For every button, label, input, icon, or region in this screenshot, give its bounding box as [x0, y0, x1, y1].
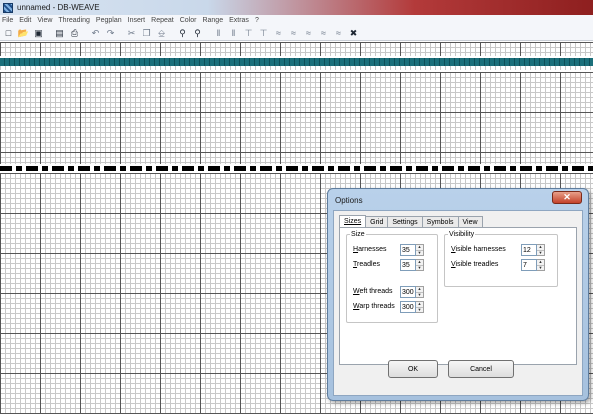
- range-tool-icon[interactable]: ⊤: [242, 27, 255, 39]
- visible-treadles-input[interactable]: [521, 259, 537, 271]
- grid-separator: [0, 66, 593, 70]
- weft-threads-stepper: ▲▼: [400, 286, 424, 298]
- cut-icon[interactable]: ✂: [125, 27, 138, 39]
- warp-threads-stepper: ▲▼: [400, 301, 424, 313]
- visible-harnesses-label: Visible harnesses: [451, 246, 506, 253]
- pegplan-tool-icon[interactable]: ‖: [227, 27, 240, 39]
- ok-button[interactable]: OK: [388, 360, 438, 378]
- cancel-button[interactable]: Cancel: [448, 360, 514, 378]
- menu-view[interactable]: View: [37, 17, 52, 24]
- dialog-title: Options: [335, 196, 363, 205]
- menu-repeat[interactable]: Repeat: [151, 17, 174, 24]
- harnesses-label: Harnesses: [353, 246, 387, 253]
- spin-down-icon[interactable]: ▼: [416, 291, 423, 297]
- visible-treadles-stepper: ▲▼: [521, 259, 545, 271]
- spin-down-icon[interactable]: ▼: [537, 264, 544, 270]
- close-icon[interactable]: ✕: [552, 191, 582, 204]
- threading-grid[interactable]: [0, 72, 593, 164]
- menu-color[interactable]: Color: [180, 17, 197, 24]
- spin-down-icon[interactable]: ▼: [416, 264, 423, 270]
- pattern-tool-4-icon[interactable]: ≈: [317, 27, 330, 39]
- menu-file[interactable]: File: [2, 17, 13, 24]
- toolbar: □ 📂 ▣ ▤ ⎙ ↶ ↷ ✂ ❐ ⎒ ⚲ ⚲ ‖ ‖ ⊤ ⊤ ≈ ≈ ≈ ≈ …: [0, 26, 593, 41]
- weft-threads-label: Weft threads: [353, 288, 393, 295]
- pattern-tool-2-icon[interactable]: ≈: [287, 27, 300, 39]
- print-icon[interactable]: ⎙: [68, 27, 81, 39]
- menu-extras[interactable]: Extras: [229, 17, 249, 24]
- paste-icon[interactable]: ⎒: [155, 27, 168, 39]
- menu-bar: File Edit View Threading Pegplan Insert …: [0, 15, 593, 26]
- grid-top[interactable]: [0, 42, 593, 56]
- print-preview-icon[interactable]: ▤: [53, 27, 66, 39]
- pattern-tool-3-icon[interactable]: ≈: [302, 27, 315, 39]
- treadles-input[interactable]: [400, 259, 416, 271]
- pattern-tool-icon[interactable]: ≈: [272, 27, 285, 39]
- tab-panel-sizes: Size Harnesses ▲▼ Treadles ▲▼ Weft threa…: [339, 227, 577, 365]
- copy-icon[interactable]: ❐: [140, 27, 153, 39]
- pattern-tool-5-icon[interactable]: ≈: [332, 27, 345, 39]
- warp-threads-label: Warp threads: [353, 303, 395, 310]
- menu-insert[interactable]: Insert: [128, 17, 146, 24]
- app-icon: [3, 2, 13, 13]
- threading-tool-icon[interactable]: ‖: [212, 27, 225, 39]
- harnesses-input[interactable]: [400, 244, 416, 256]
- undo-icon[interactable]: ↶: [89, 27, 102, 39]
- treadles-stepper: ▲▼: [400, 259, 424, 271]
- visible-treadles-label: Visible treadles: [451, 261, 499, 268]
- warp-threads-input[interactable]: [400, 301, 416, 313]
- weft-threads-input[interactable]: [400, 286, 416, 298]
- color-tool-icon[interactable]: ✖: [347, 27, 360, 39]
- menu-range[interactable]: Range: [202, 17, 223, 24]
- spin-down-icon[interactable]: ▼: [416, 249, 423, 255]
- zoom-out-icon[interactable]: ⚲: [191, 27, 204, 39]
- open-folder-icon[interactable]: 📂: [17, 27, 30, 39]
- pegplan-strip[interactable]: [0, 166, 593, 171]
- save-icon[interactable]: ▣: [32, 27, 45, 39]
- visible-harnesses-stepper: ▲▼: [521, 244, 545, 256]
- new-file-icon[interactable]: □: [2, 27, 15, 39]
- color-strip[interactable]: [0, 58, 593, 66]
- spin-down-icon[interactable]: ▼: [416, 306, 423, 312]
- spin-down-icon[interactable]: ▼: [537, 249, 544, 255]
- size-group-legend: Size: [351, 231, 365, 238]
- title-bar: unnamed - DB-WEAVE: [0, 0, 593, 15]
- menu-threading[interactable]: Threading: [58, 17, 90, 24]
- menu-pegplan[interactable]: Pegplan: [96, 17, 122, 24]
- zoom-in-icon[interactable]: ⚲: [176, 27, 189, 39]
- menu-edit[interactable]: Edit: [19, 17, 31, 24]
- window-title: unnamed - DB-WEAVE: [17, 3, 100, 12]
- harnesses-stepper: ▲▼: [400, 244, 424, 256]
- range-tool-2-icon[interactable]: ⊤: [257, 27, 270, 39]
- menu-help[interactable]: ?: [255, 17, 259, 24]
- visibility-group-legend: Visibility: [449, 231, 475, 238]
- visible-harnesses-input[interactable]: [521, 244, 537, 256]
- treadles-label: Treadles: [353, 261, 380, 268]
- redo-icon[interactable]: ↷: [104, 27, 117, 39]
